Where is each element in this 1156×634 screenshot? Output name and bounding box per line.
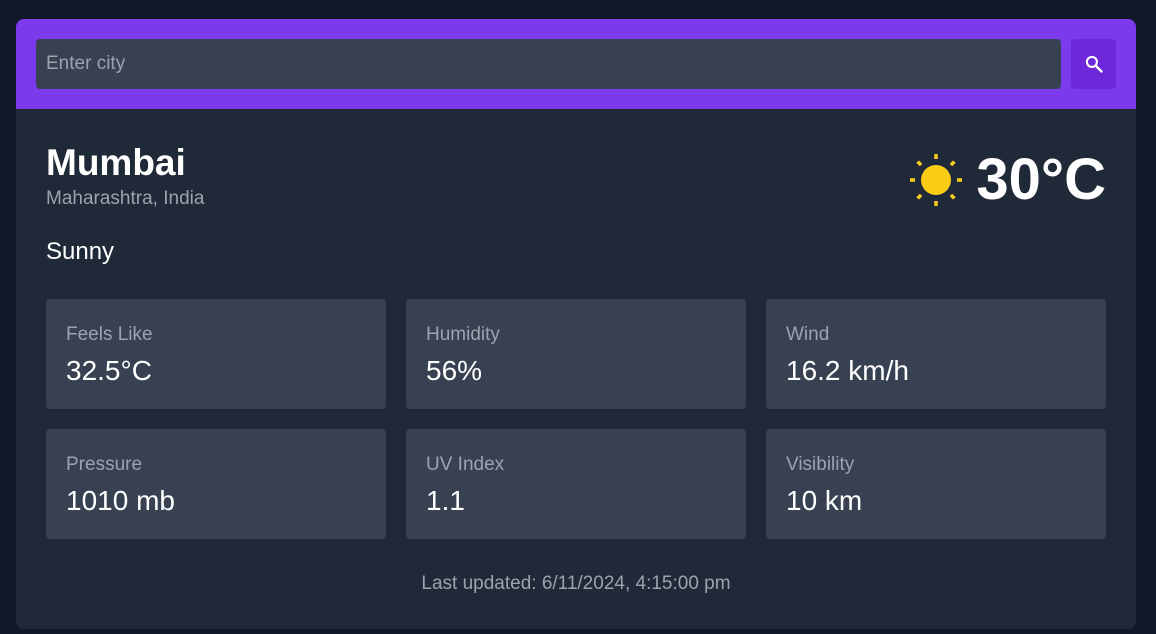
city-name: Mumbai [46,142,186,183]
search-button[interactable] [1071,39,1116,89]
stats-grid: Feels Like 32.5°C Humidity 56% Wind 16.2… [46,299,1106,539]
last-updated: Last updated: 6/11/2024, 4:15:00 pm [421,573,731,594]
stat-humidity: Humidity 56% [406,299,746,409]
stat-visibility: Visibility 10 km [766,429,1106,539]
stat-label: Humidity [426,324,500,345]
location-block: Mumbai Maharashtra, India [46,141,204,211]
search-icon [1085,55,1103,73]
stat-uv-index: UV Index 1.1 [406,429,746,539]
stat-wind: Wind 16.2 km/h [766,299,1106,409]
weather-card: Mumbai Maharashtra, India 30°C Sunny Fee… [16,19,1136,629]
stat-value: 10 km [786,485,863,516]
stat-value: 16.2 km/h [786,355,909,386]
city-search-input[interactable] [36,39,1061,89]
stat-pressure: Pressure 1010 mb [46,429,386,539]
stat-label: Feels Like [66,324,153,345]
stat-feels-like: Feels Like 32.5°C [46,299,386,409]
stat-label: Pressure [66,454,143,475]
region-name: Maharashtra, India [46,188,205,209]
weather-condition: Sunny [46,238,115,265]
stat-label: UV Index [426,454,505,475]
stat-value: 32.5°C [66,355,152,386]
stat-label: Wind [786,324,830,345]
search-bar [16,19,1136,109]
stat-value: 1.1 [426,485,465,516]
stat-value: 1010 mb [66,485,175,516]
current-temperature: 30°C [976,147,1106,212]
current-weather: 30°C [908,147,1106,213]
stat-value: 56% [426,355,483,386]
stat-label: Visibility [786,454,855,475]
sun-icon [910,154,963,206]
